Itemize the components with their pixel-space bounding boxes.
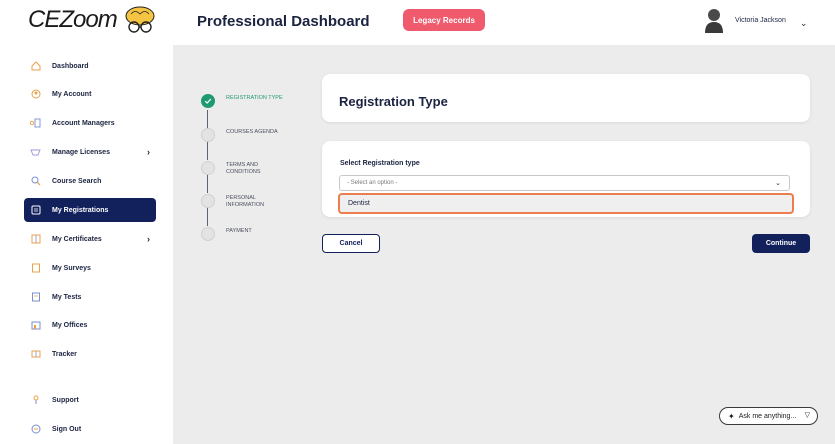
sidebar-item-label: Sign Out <box>52 425 82 433</box>
certificate-icon <box>30 234 41 245</box>
step-terms-and-conditions[interactable]: TERMS AND CONDITIONS <box>201 161 286 176</box>
sidebar-item-my-certificates[interactable]: My Certificates › <box>24 227 156 251</box>
sidebar-item-label: My Account <box>52 90 92 98</box>
sidebar-item-label: Account Managers <box>52 119 115 127</box>
step-label: PERSONAL INFORMATION <box>226 195 265 208</box>
chevron-down-icon[interactable]: ⌄ <box>800 18 808 29</box>
sidebar-item-label: Dashboard <box>52 62 89 70</box>
legacy-records-button[interactable]: Legacy Records <box>403 9 485 31</box>
sidebar-item-label: My Tests <box>52 293 82 301</box>
ask-assistant-input[interactable]: ✦ Ask me anything... ▽ <box>719 407 818 425</box>
check-icon <box>201 94 215 108</box>
sidebar-item-my-tests[interactable]: My Tests <box>24 285 156 309</box>
survey-icon <box>30 263 41 274</box>
page-title: Professional Dashboard <box>197 13 370 30</box>
sidebar-item-label: Support <box>52 396 79 404</box>
sidebar-item-label: My Offices <box>52 321 88 329</box>
chevron-down-icon: ⌄ <box>775 180 781 187</box>
sidebar-item-account-managers[interactable]: Account Managers <box>24 111 156 135</box>
logo-text: CEZoom <box>28 6 118 33</box>
sidebar-item-tracker[interactable]: Tracker <box>24 342 156 366</box>
registration-type-select[interactable]: - Select an option - ⌄ <box>339 175 790 191</box>
dropdown-option-dentist[interactable]: Dentist <box>338 193 794 214</box>
avatar <box>705 9 723 33</box>
step-dot <box>201 194 215 208</box>
sidebar-item-sign-out[interactable]: Sign Out <box>24 417 156 441</box>
user-name: Victoria Jackson <box>735 16 786 24</box>
search-icon <box>30 176 41 187</box>
step-label: REGISTRATION TYPE <box>226 95 283 101</box>
step-dot <box>201 161 215 175</box>
option-label: Dentist <box>348 200 370 207</box>
sidebar-item-label: Manage Licenses <box>52 148 110 156</box>
brain-glasses-icon <box>125 6 155 33</box>
step-dot <box>201 227 215 241</box>
user-menu[interactable]: Victoria Jackson ⌄ <box>704 7 807 33</box>
sidebar-item-label: Course Search <box>52 177 102 185</box>
office-icon <box>30 320 41 331</box>
sparkle-icon: ✦ <box>728 411 735 421</box>
account-icon <box>30 89 41 100</box>
field-label: Select Registration type <box>340 160 420 167</box>
sidebar-item-my-surveys[interactable]: My Surveys <box>24 256 156 280</box>
sidebar-item-course-search[interactable]: Course Search <box>24 169 156 193</box>
step-dot <box>201 128 215 142</box>
test-icon <box>30 292 41 303</box>
support-icon <box>30 395 41 406</box>
top-header: CEZoom Professional Dashboard Legacy Rec… <box>0 0 835 45</box>
chevron-right-icon[interactable]: › <box>147 234 150 244</box>
select-placeholder: - Select an option - <box>347 180 398 186</box>
step-label: TERMS AND CONDITIONS <box>226 162 261 175</box>
sidebar-item-label: My Registrations <box>52 206 109 214</box>
sidebar-item-label: My Certificates <box>52 235 102 243</box>
logo[interactable]: CEZoom <box>28 6 157 34</box>
step-label: COURSES AGENDA <box>226 129 278 135</box>
step-connector <box>207 110 208 130</box>
home-icon <box>30 61 41 72</box>
tracker-icon <box>30 349 41 360</box>
sidebar-item-my-account[interactable]: My Account <box>24 82 156 106</box>
cancel-button[interactable]: Cancel <box>322 234 380 253</box>
step-payment[interactable]: PAYMENT <box>201 227 286 241</box>
step-label: PAYMENT <box>226 228 252 234</box>
sidebar-item-my-registrations[interactable]: My Registrations <box>24 198 156 222</box>
continue-button[interactable]: Continue <box>752 234 810 253</box>
sidebar: Dashboard My Account Account Managers Ma… <box>0 45 173 444</box>
sidebar-item-my-offices[interactable]: My Offices <box>24 313 156 337</box>
managers-icon <box>30 118 41 129</box>
sidebar-item-manage-licenses[interactable]: Manage Licenses › <box>24 140 156 164</box>
card-title: Registration Type <box>339 94 448 109</box>
title-card: Registration Type <box>322 74 810 122</box>
sidebar-item-label: My Surveys <box>52 264 91 272</box>
chevron-right-icon[interactable]: › <box>147 147 150 157</box>
sidebar-item-dashboard[interactable]: Dashboard <box>24 54 156 78</box>
step-registration-type[interactable]: REGISTRATION TYPE <box>201 94 286 108</box>
license-icon <box>30 147 41 158</box>
step-connector <box>207 140 208 160</box>
registrations-icon <box>30 205 41 216</box>
signout-icon <box>30 424 41 435</box>
step-personal-information[interactable]: PERSONAL INFORMATION <box>201 194 286 209</box>
send-icon[interactable]: ▽ <box>805 411 810 419</box>
sidebar-item-label: Tracker <box>52 350 77 358</box>
ask-placeholder: Ask me anything... <box>738 412 797 420</box>
step-courses-agenda[interactable]: COURSES AGENDA <box>201 128 286 142</box>
sidebar-item-support[interactable]: Support <box>24 388 156 412</box>
